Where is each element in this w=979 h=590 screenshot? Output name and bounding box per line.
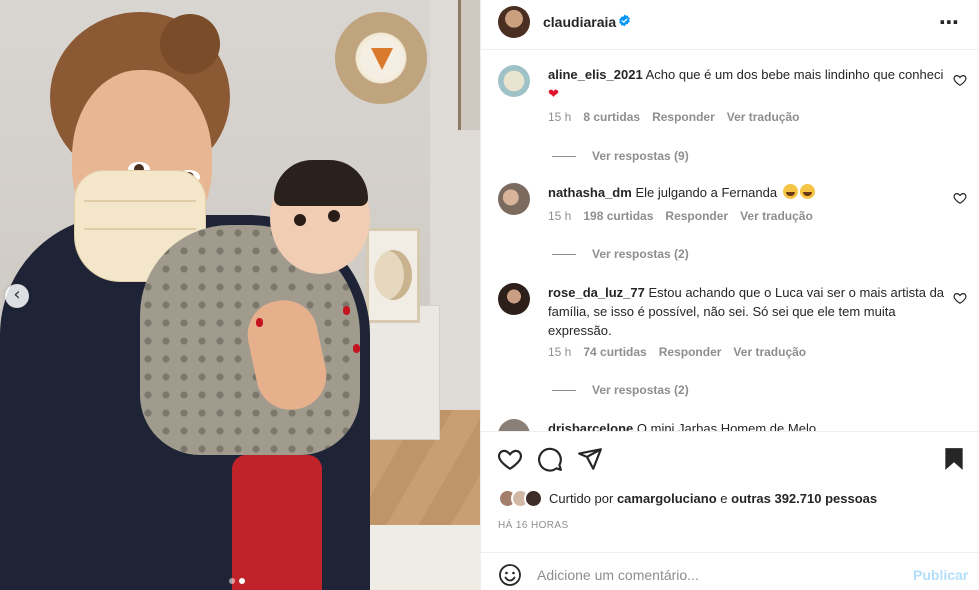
- post-photo[interactable]: ‹: [0, 0, 480, 590]
- commenter-avatar[interactable]: [498, 283, 530, 315]
- comment-like-heart-icon[interactable]: [953, 291, 967, 305]
- view-replies-label: Ver respostas (2): [592, 247, 689, 261]
- comment-meta: 15 h 8 curtidas Responder Ver tradução: [548, 110, 799, 124]
- author-username[interactable]: claudiaraia: [543, 14, 616, 30]
- replies-line: [552, 389, 576, 391]
- liker-avatar[interactable]: [524, 489, 543, 508]
- post-timestamp[interactable]: HÁ 16 HORAS: [498, 520, 569, 531]
- reply-button[interactable]: Responder: [659, 345, 722, 359]
- carousel-dots: [229, 578, 245, 584]
- like-heart-icon[interactable]: [497, 446, 523, 472]
- red-nail: [256, 318, 263, 327]
- mask-fold: [84, 200, 196, 202]
- liked-by-connector: e: [720, 491, 728, 506]
- baby-hair: [274, 160, 368, 206]
- reply-button[interactable]: Responder: [665, 209, 728, 223]
- red-undershirt: [232, 455, 322, 590]
- liked-by-row: Curtido por camargoluciano e outras 392.…: [498, 489, 877, 508]
- red-nail: [353, 344, 360, 353]
- baby-eye-left: [294, 214, 306, 226]
- comment-likes[interactable]: 198 curtidas: [583, 209, 653, 223]
- commenter-username[interactable]: rose_da_luz_77: [548, 285, 645, 300]
- verified-badge-icon: [619, 14, 630, 27]
- emoji-picker-icon[interactable]: [498, 563, 522, 587]
- liked-by-prefix: Curtido por: [549, 491, 614, 506]
- more-options-icon[interactable]: ⋯: [939, 10, 960, 35]
- comment-text: aline_elis_2021 Acho que é um dos bebe m…: [548, 65, 948, 103]
- commenter-avatar[interactable]: [498, 419, 530, 431]
- commenter-avatar[interactable]: [498, 183, 530, 215]
- commenter-username[interactable]: aline_elis_2021: [548, 67, 643, 82]
- view-replies-label: Ver respostas (9): [592, 149, 689, 163]
- comment-text: drisbarcelone O mini Jarbas Homem de Mel…: [548, 419, 948, 431]
- red-nail: [343, 306, 350, 315]
- comment-meta: 15 h 198 curtidas Responder Ver tradução: [548, 209, 813, 223]
- laughing-emoji-icon: [782, 184, 798, 199]
- add-comment-bar: Publicar: [481, 552, 979, 590]
- mask-fold: [84, 228, 196, 230]
- view-replies-label: Ver respostas (2): [592, 383, 689, 397]
- comment-text: rose_da_luz_77 Estou achando que o Luca …: [548, 283, 948, 340]
- liked-by-text: Curtido por camargoluciano e outras 392.…: [549, 491, 877, 506]
- comment-body: Ele julgando a Fernanda: [635, 185, 778, 200]
- laughing-emoji-icon: [799, 184, 815, 199]
- comment-likes[interactable]: 8 curtidas: [583, 110, 640, 124]
- view-replies-button[interactable]: Ver respostas (2): [552, 247, 689, 261]
- liked-by-others-link[interactable]: outras 392.710 pessoas: [731, 491, 877, 506]
- translate-button[interactable]: Ver tradução: [733, 345, 806, 359]
- comment-text: nathasha_dm Ele julgando a Fernanda: [548, 183, 948, 202]
- comment-like-heart-icon[interactable]: [953, 191, 967, 205]
- comment-bubble-icon[interactable]: [537, 446, 563, 472]
- carousel-prev-button[interactable]: ‹: [5, 284, 29, 308]
- comment-body: O mini Jarbas Homem de Melo: [636, 421, 817, 431]
- share-send-icon[interactable]: [577, 446, 603, 472]
- translate-button[interactable]: Ver tradução: [740, 209, 813, 223]
- comments-list[interactable]: aline_elis_2021 Acho que é um dos bebe m…: [481, 51, 979, 431]
- comment-meta: 15 h 74 curtidas Responder Ver tradução: [548, 345, 806, 359]
- heart-emoji: ❤: [548, 86, 559, 101]
- replies-line: [552, 253, 576, 255]
- door-frame: [458, 0, 480, 130]
- comment-time: 15 h: [548, 345, 572, 359]
- post-side-panel: claudiaraia ⋯ aline_elis_2021 Acho que é…: [480, 0, 979, 590]
- moon-artwork: [374, 250, 412, 300]
- commenter-username[interactable]: nathasha_dm: [548, 185, 632, 200]
- replies-line: [552, 155, 576, 157]
- liked-by-user-link[interactable]: camargoluciano: [617, 491, 717, 506]
- baby-eye-right: [328, 210, 340, 222]
- publish-button[interactable]: Publicar: [913, 567, 968, 583]
- comment-body: Acho que é um dos bebe mais lindinho que…: [645, 67, 944, 82]
- comment-like-heart-icon[interactable]: [953, 73, 967, 87]
- reply-button[interactable]: Responder: [652, 110, 715, 124]
- save-bookmark-icon[interactable]: [941, 446, 967, 472]
- comment-time: 15 h: [548, 209, 572, 223]
- carousel-dot: [229, 578, 235, 584]
- hair-bun: [160, 14, 220, 74]
- view-replies-button[interactable]: Ver respostas (2): [552, 383, 689, 397]
- comment-input[interactable]: [537, 565, 897, 585]
- commenter-username[interactable]: drisbarcelone: [548, 421, 633, 431]
- view-replies-button[interactable]: Ver respostas (9): [552, 149, 689, 163]
- comment-time: 15 h: [548, 110, 572, 124]
- post-actions: Curtido por camargoluciano e outras 392.…: [481, 431, 979, 571]
- author-avatar[interactable]: [498, 6, 530, 38]
- commenter-avatar[interactable]: [498, 65, 530, 97]
- comment-likes[interactable]: 74 curtidas: [583, 345, 646, 359]
- translate-button[interactable]: Ver tradução: [727, 110, 800, 124]
- post-header: claudiaraia ⋯: [481, 0, 979, 50]
- carousel-dot-active: [239, 578, 245, 584]
